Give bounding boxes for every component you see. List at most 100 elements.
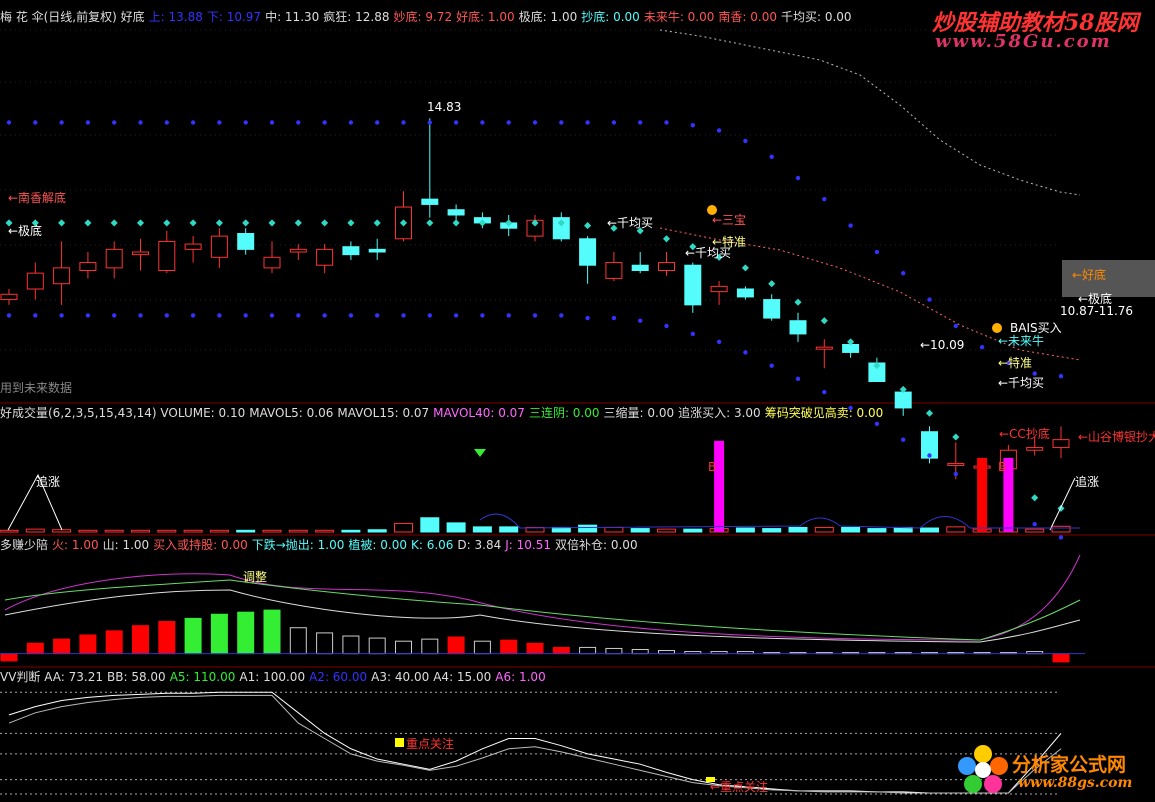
volume-bar-5 (131, 529, 150, 533)
jidi-right-label: ←极底 (1078, 292, 1113, 306)
header4-item-5: A3: 40.00 (371, 670, 430, 684)
mid-dot-17 (452, 219, 460, 227)
lower-dot-34 (901, 437, 906, 442)
lower-dot-40 (1058, 535, 1064, 540)
volume-bar-40 (1051, 525, 1071, 533)
duozhuan-bar-12 (316, 632, 334, 655)
lower-dot-25 (664, 323, 669, 329)
candle-body-32 (842, 344, 860, 353)
volume-bar-19 (499, 526, 519, 533)
duozhuan-bar-5 (132, 625, 149, 655)
candle-body-8 (210, 235, 228, 258)
candle-body-6 (158, 240, 176, 272)
header2-item-4: 三连阴: 0.00 (528, 406, 600, 420)
candle-body-28 (736, 288, 754, 298)
duozhuan-bar-23 (605, 647, 623, 655)
header3-item-4: 下跌→抛出: 1.00 (251, 538, 345, 552)
volume-bar-35 (920, 527, 939, 533)
nanxiang-jiedi-label: ←南香解底 (8, 191, 67, 205)
duozhuan-bar-10 (263, 609, 281, 655)
duozhuan-bar-15 (395, 640, 412, 655)
qianjunmai-label-3: ←千均买 (998, 376, 1045, 390)
volume-panel (0, 440, 1080, 533)
mid-dot-3 (84, 219, 92, 227)
lower-dot-0 (6, 313, 12, 318)
lower-dot-22 (585, 315, 590, 321)
mid-dot-16 (426, 219, 434, 227)
b-signal-bar-0 (714, 440, 725, 532)
upper-dot-4 (112, 120, 117, 125)
header2-item-7: 筹码突破见高卖: 0.00 (764, 406, 884, 420)
candle-body-40 (1052, 439, 1070, 449)
lower-dot-8 (217, 313, 222, 318)
upper-dot-12 (322, 120, 327, 125)
lower-dot-18 (480, 313, 485, 318)
lower-dot-29 (769, 363, 774, 368)
header3-item-5: 植被: 0.00 (348, 538, 407, 552)
volume-bar-29 (762, 528, 782, 533)
volume-bar-1 (25, 528, 45, 533)
volume-bar-8 (209, 529, 229, 533)
lower-dot-9 (243, 313, 248, 318)
duozhuan-bar-2 (53, 638, 71, 655)
upper-dot-34 (901, 270, 906, 276)
lower-dot-11 (296, 313, 301, 318)
candle-body-22 (579, 238, 597, 266)
lower-dot-6 (164, 313, 169, 318)
duozhuan-bar-17 (447, 636, 465, 655)
header3-item-3: 买入或持股: 0.00 (153, 538, 248, 552)
mid-dot-14 (373, 219, 381, 227)
upper-dot-15 (401, 120, 406, 125)
candle-body-0 (0, 293, 18, 301)
header1-item-2: 下: 10.97 (206, 10, 262, 24)
upper-dot-21 (559, 120, 564, 125)
tiaozheng-label: 调整 (243, 570, 268, 584)
upper-dot-32 (848, 223, 853, 228)
duozhuan-header: 多赚少陪 火: 1.00 山: 1.00 买入或持股: 0.00 下跌→抛出: 1.00… (0, 537, 642, 553)
header3-item-8: J: 10.51 (505, 538, 551, 552)
header4-item-6: A4: 15.00 (433, 670, 492, 684)
header1-item-6: 好底: 1.00 (456, 10, 515, 24)
vv-series-a (8, 691, 1062, 794)
flower-logo-icon (958, 745, 1008, 793)
duozhuan-bar-7 (184, 617, 202, 655)
header4-item-3: A1: 100.00 (239, 670, 306, 684)
upper-dot-1 (33, 120, 38, 125)
volume-bar-17 (446, 522, 466, 533)
bais-label: BAIS买入 (1010, 321, 1062, 335)
volume-bar-32 (841, 526, 861, 533)
duozhuan-bar-9 (237, 611, 255, 655)
mid-dot-29 (768, 280, 776, 288)
header1-item-11: 千均买: 0.00 (780, 10, 852, 24)
duozhuan-bar-21 (552, 646, 570, 655)
volume-bar-0 (0, 529, 19, 533)
upper-dot-31 (822, 196, 827, 202)
upper-dot-29 (769, 154, 774, 160)
duozhuan-bar-1 (26, 642, 44, 655)
upper-dot-20 (532, 120, 538, 125)
header3-item-0: 多赚少陪 (0, 538, 49, 552)
volume-bar-28 (735, 527, 755, 533)
lower-dot-23 (611, 315, 617, 321)
mid-dot-28 (741, 264, 749, 272)
upper-dot-26 (690, 122, 695, 128)
jidi-left-label: ←极底 (8, 224, 43, 238)
upper-dot-5 (138, 120, 143, 125)
upper-dot-16 (427, 120, 432, 125)
candle-body-16 (421, 198, 439, 205)
upper-dot-9 (243, 120, 248, 125)
upper-dot-18 (480, 120, 485, 125)
lower-dot-27 (716, 339, 722, 345)
mid-dot-40 (1057, 504, 1065, 512)
upper-dot-2 (59, 120, 64, 125)
lower-dot-3 (85, 313, 91, 318)
mavol40-line (479, 513, 1080, 529)
mid-dot-13 (347, 219, 355, 227)
header2-item-1: MAVOL5: 0.06 (249, 406, 334, 420)
volume-bar-18 (472, 526, 492, 533)
upper-envelope-line (659, 29, 1081, 196)
header4-item-0: VV判断 AA: 73.21 (0, 670, 103, 684)
header1-item-3: 中: 11.30 (265, 10, 320, 24)
mid-dot-10 (268, 219, 276, 227)
upper-dot-23 (611, 120, 617, 125)
